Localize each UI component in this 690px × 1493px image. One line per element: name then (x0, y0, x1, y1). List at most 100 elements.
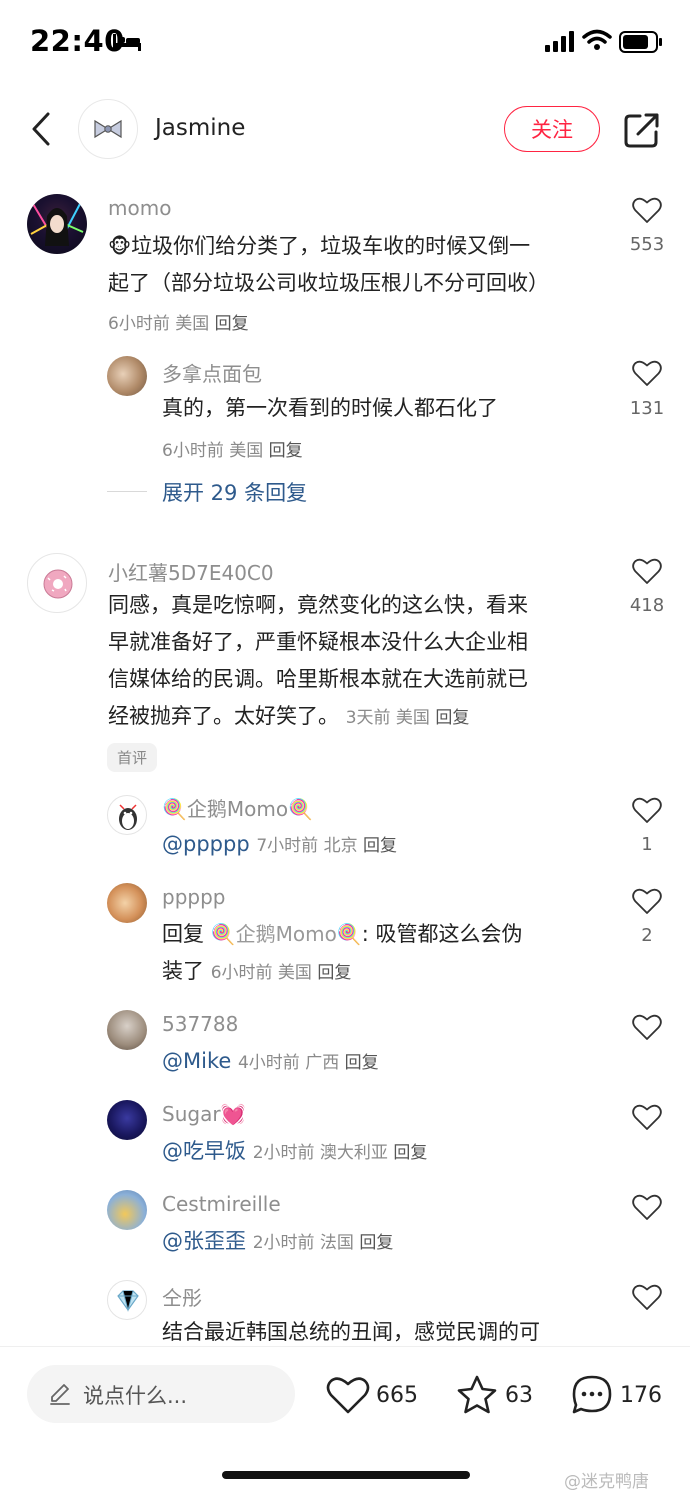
like-heart-icon[interactable] (632, 796, 662, 824)
comment-text: @张歪歪 2小时前 法国 回复 (162, 1223, 393, 1262)
like-heart-icon[interactable] (632, 1013, 662, 1041)
like-count: 553 (629, 234, 665, 255)
comment-meta: 6小时前 美国 回复 (108, 314, 249, 334)
comment-button[interactable]: 176 (570, 1372, 662, 1418)
heart-icon (326, 1377, 370, 1414)
like-heart-icon[interactable] (632, 1283, 662, 1311)
comment-placeholder: 说点什么... (83, 1384, 188, 1408)
reply-link[interactable]: 回复 (269, 441, 303, 461)
reply-link[interactable]: 回复 (363, 836, 397, 856)
comment-bubble-icon (572, 1375, 612, 1414)
author-name[interactable]: Jasmine (155, 115, 245, 141)
home-indicator[interactable] (222, 1471, 470, 1479)
avatar[interactable] (107, 356, 147, 396)
reply-link[interactable]: 回复 (317, 963, 351, 983)
comment-author[interactable]: 小红薯5D7E40C0 (108, 557, 274, 586)
mention-link[interactable]: @张歪歪 (162, 1229, 246, 1253)
avatar[interactable] (107, 1100, 147, 1140)
bottom-action-bar: 说点什么... 665 63 176 @迷克鸭唐 (0, 1346, 690, 1493)
comment-meta: 3天前 美国 回复 (345, 708, 470, 728)
diamond-icon (117, 1290, 139, 1312)
like-count: 131 (629, 398, 665, 419)
reply-link[interactable]: 回复 (359, 1233, 393, 1253)
like-heart-icon[interactable] (632, 196, 662, 224)
like-button[interactable]: 665 (326, 1372, 418, 1418)
like-count: 665 (376, 1382, 418, 1408)
reply-link[interactable]: 回复 (435, 708, 469, 728)
comment-meta: 6小时前 美国 回复 (210, 963, 352, 983)
comment-text: 装了 6小时前 美国 回复 (162, 959, 352, 983)
comment-author[interactable]: 多拿点面包 (162, 358, 262, 387)
comment-text: 回复 🍭企鹅Momo🍭: 吸管都这么会伪 (162, 922, 523, 946)
comment-meta: 7小时前 北京 回复 (256, 836, 397, 856)
comment-meta: 4小时前 广西 回复 (237, 1053, 379, 1073)
avatar[interactable] (107, 1280, 147, 1320)
mention-link[interactable]: @ppppp (162, 832, 250, 856)
wifi-icon (582, 29, 612, 50)
avatar[interactable] (107, 883, 147, 923)
comment-text: 早就准备好了，严重怀疑根本没什么大企业相 (108, 630, 528, 654)
reply-link[interactable]: 回复 (393, 1143, 427, 1163)
watermark: @迷克鸭唐 (564, 1472, 649, 1492)
penguin-icon (119, 804, 137, 830)
like-count: 418 (629, 595, 665, 616)
mention-link[interactable]: @Mike (162, 1049, 231, 1073)
comment-author[interactable]: ppppp (162, 885, 225, 909)
battery-icon (619, 31, 662, 53)
comment-text: @Mike 4小时前 广西 回复 (162, 1043, 379, 1082)
reply-link[interactable]: 回复 (215, 314, 249, 334)
comment-author[interactable]: 仝彤 (162, 1282, 202, 1311)
comment-author[interactable]: 537788 (162, 1012, 238, 1036)
comment-author[interactable]: momo (108, 196, 171, 220)
author-avatar[interactable] (78, 99, 138, 159)
avatar[interactable] (107, 1190, 147, 1230)
follow-button[interactable]: 关注 (504, 106, 600, 152)
avatar[interactable] (107, 795, 147, 835)
comment-text: 🐵垃圾你们给分类了，垃圾车收的时候又倒一 (108, 234, 531, 258)
comment-meta: 2小时前 法国 回复 (252, 1233, 394, 1253)
comment-text: 经被抛弃了。太好笑了。 3天前 美国 回复 (108, 704, 470, 728)
monkey-emoji: 🐵 (108, 234, 132, 258)
back-arrow-icon[interactable] (26, 108, 56, 150)
comment-text: 真的，第一次看到的时候人都石化了 (162, 396, 498, 420)
first-comment-tag: 首评 (107, 743, 158, 772)
collect-count: 63 (505, 1382, 533, 1408)
heart-emoji: 💓 (220, 1102, 246, 1126)
comment-author[interactable]: Cestmireille (162, 1192, 281, 1216)
comment-author[interactable]: Sugar💓 (162, 1102, 245, 1126)
status-bar: 22:40 (0, 0, 690, 86)
share-icon[interactable] (622, 110, 662, 150)
avatar-art (30, 201, 84, 246)
comment-list[interactable]: momo 🐵垃圾你们给分类了，垃圾车收的时候又倒一 起了（部分垃圾公司收垃圾压根… (0, 170, 690, 1346)
avatar[interactable] (107, 1010, 147, 1050)
comment-meta: 6小时前 美国 回复 (162, 441, 303, 461)
like-heart-icon[interactable] (632, 1103, 662, 1131)
note-header: Jasmine 关注 (0, 96, 690, 166)
comment-text: 同感，真是吃惊啊，竟然变化的这么快，看来 (108, 593, 528, 617)
comment-author[interactable]: 🍭企鹅Momo🍭 (162, 793, 313, 822)
sleep-focus-icon (113, 34, 141, 51)
like-count: 1 (641, 834, 653, 855)
comment-text: 信媒体给的民调。哈里斯根本就在大选前就已 (108, 667, 528, 691)
expand-replies-button[interactable]: 展开 29 条回复 (162, 477, 307, 507)
mention-link[interactable]: @吃早饭 (162, 1139, 246, 1163)
avatar[interactable] (27, 194, 87, 254)
reply-link[interactable]: 回复 (345, 1053, 379, 1073)
bow-icon (94, 119, 122, 139)
donut-icon (43, 569, 73, 599)
pen-icon (50, 1384, 70, 1405)
like-heart-icon[interactable] (632, 1193, 662, 1221)
like-heart-icon[interactable] (632, 887, 662, 915)
collect-button[interactable]: 63 (455, 1372, 533, 1418)
lollipop-emoji: 🍭 (288, 797, 314, 821)
comment-input[interactable]: 说点什么... (27, 1365, 295, 1423)
cellular-signal-icon (545, 31, 574, 52)
comment-text: @ppppp 7小时前 北京 回复 (162, 826, 397, 865)
avatar[interactable] (27, 553, 87, 613)
like-heart-icon[interactable] (632, 557, 662, 585)
like-heart-icon[interactable] (632, 359, 662, 387)
lollipop-emoji: 🍭 (162, 797, 187, 821)
reply-to-name[interactable]: 🍭企鹅Momo🍭 (211, 922, 362, 946)
status-time: 22:40 (30, 24, 125, 58)
like-count: 2 (641, 925, 653, 946)
